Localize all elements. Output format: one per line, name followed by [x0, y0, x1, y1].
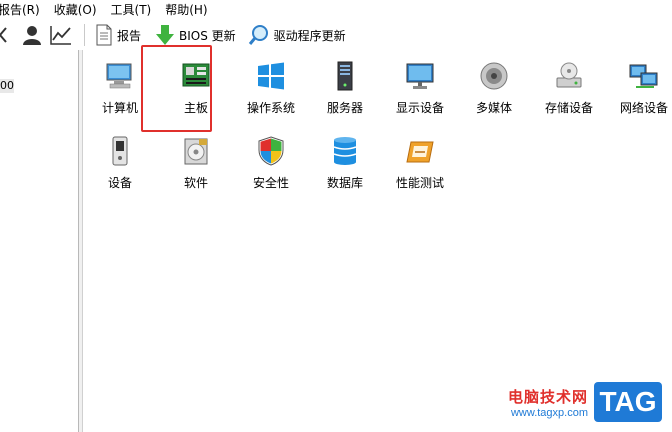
- menu-report[interactable]: 报告(R): [0, 0, 44, 20]
- category-software[interactable]: 软件: [158, 130, 234, 192]
- windows-icon: [258, 62, 284, 90]
- category-label: 数据库: [326, 176, 363, 190]
- magnifier-icon: [248, 25, 268, 45]
- back-button[interactable]: [0, 22, 12, 48]
- category-storage[interactable]: 存储设备: [531, 55, 607, 117]
- report-document-icon: [96, 24, 112, 46]
- computer-icon: [106, 63, 132, 89]
- toolbar-separator: [84, 24, 85, 46]
- back-icon: [0, 27, 7, 43]
- category-benchmark[interactable]: 性能测试: [382, 130, 458, 192]
- network-icon: [629, 64, 658, 88]
- download-arrow-icon: [156, 25, 175, 45]
- category-database[interactable]: 数据库: [307, 130, 383, 192]
- category-label: 服务器: [326, 101, 363, 115]
- menu-favorites[interactable]: 收藏(O): [50, 0, 101, 20]
- user-icon: [23, 26, 41, 45]
- category-label: 显示设备: [395, 101, 444, 115]
- toolbar: 报告 BIOS 更新 驱动程序更新: [0, 20, 672, 50]
- driver-update-button[interactable]: 驱动程序更新: [245, 22, 349, 48]
- category-label: 多媒体: [475, 101, 512, 115]
- category-label: 网络设备: [619, 101, 668, 115]
- category-devices[interactable]: 设备: [82, 130, 158, 192]
- category-label: 计算机: [101, 101, 138, 115]
- category-server[interactable]: 服务器: [307, 55, 383, 117]
- report-button[interactable]: 报告: [92, 22, 144, 48]
- tree-item-partial[interactable]: 00: [0, 79, 14, 93]
- category-label: 设备: [107, 176, 132, 190]
- speaker-icon: [480, 62, 508, 90]
- driver-update-label: 驱动程序更新: [273, 28, 346, 43]
- category-display[interactable]: 显示设备: [382, 55, 458, 117]
- database-icon: [333, 137, 357, 165]
- menu-bar: 报告(R) 收藏(O) 工具(T) 帮助(H): [0, 0, 672, 20]
- highlight-annotation-box: [141, 45, 212, 132]
- menu-tools[interactable]: 工具(T): [107, 0, 156, 20]
- category-security[interactable]: 安全性: [233, 130, 309, 192]
- category-label: 软件: [183, 176, 208, 190]
- category-multimedia[interactable]: 多媒体: [456, 55, 532, 117]
- user-button[interactable]: [18, 22, 46, 48]
- watermark-badge: TAG: [594, 382, 662, 422]
- benchmark-icon: [406, 141, 434, 163]
- monitor-icon: [406, 63, 434, 89]
- report-label: 报告: [117, 28, 142, 43]
- category-label: 存储设备: [544, 101, 593, 115]
- category-label: 操作系统: [246, 101, 295, 115]
- software-icon: [184, 138, 208, 165]
- security-shield-icon: [258, 136, 284, 166]
- server-icon: [337, 61, 353, 91]
- watermark-title: 电脑技术网: [507, 387, 588, 406]
- left-tree-panel[interactable]: 00: [0, 50, 79, 432]
- line-chart-icon: [50, 26, 71, 45]
- menu-help[interactable]: 帮助(H): [161, 0, 211, 20]
- chart-button[interactable]: [46, 22, 76, 48]
- storage-icon: [556, 62, 582, 88]
- device-icon: [112, 136, 128, 166]
- category-label: 安全性: [252, 176, 289, 190]
- watermark-url: www.tagxp.com: [510, 406, 588, 419]
- category-label: 性能测试: [395, 176, 444, 190]
- category-network[interactable]: 网络设备: [606, 55, 672, 117]
- bios-update-label: BIOS 更新: [179, 28, 236, 43]
- watermark: 电脑技术网 www.tagxp.com TAG: [508, 382, 662, 422]
- category-operating-system[interactable]: 操作系统: [233, 55, 309, 117]
